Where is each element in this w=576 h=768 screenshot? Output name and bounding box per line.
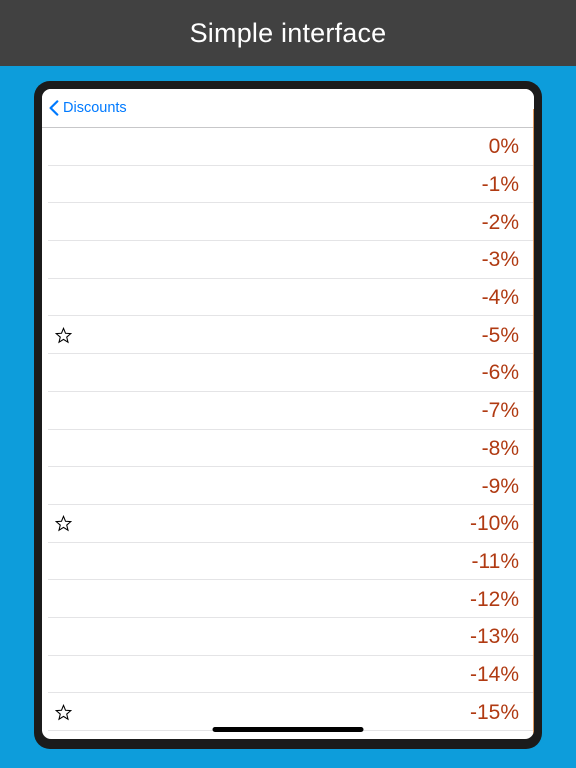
discount-value: -8% bbox=[481, 436, 519, 460]
list-item-leading bbox=[50, 628, 90, 645]
device-frame: Discounts 0% -1% -2% -3% -4% -5% -6% -7% -8% -9% -… bbox=[34, 81, 542, 749]
list-item-leading bbox=[50, 478, 90, 495]
discount-value: -12% bbox=[469, 587, 519, 611]
list-item[interactable]: -13% bbox=[42, 617, 534, 656]
star-outline-icon bbox=[50, 478, 72, 495]
discount-value: -15% bbox=[469, 700, 519, 724]
list-item[interactable]: -10% bbox=[42, 504, 534, 543]
list-item-leading bbox=[50, 289, 90, 306]
discount-value: -6% bbox=[481, 361, 519, 385]
list-item-leading bbox=[50, 138, 90, 155]
list-item[interactable]: -6% bbox=[42, 354, 534, 392]
star-outline-icon bbox=[50, 402, 72, 419]
list-item[interactable]: -15% bbox=[42, 693, 534, 731]
list-item[interactable]: 0% bbox=[42, 128, 534, 166]
list-item[interactable]: -7% bbox=[42, 391, 534, 430]
app-titlebar: Simple interface bbox=[0, 0, 576, 66]
star-outline-icon bbox=[50, 364, 72, 381]
list-item[interactable]: -4% bbox=[42, 278, 534, 317]
list-item-leading bbox=[50, 440, 90, 457]
star-outline-icon bbox=[50, 591, 72, 608]
list-item-leading bbox=[50, 553, 90, 570]
navigation-bar: Discounts bbox=[42, 89, 534, 128]
discount-value: -10% bbox=[469, 512, 519, 536]
discount-value: -1% bbox=[481, 173, 519, 197]
back-button[interactable]: Discounts bbox=[42, 100, 127, 116]
star-outline-icon bbox=[50, 289, 72, 306]
list-item-leading bbox=[50, 251, 90, 268]
discount-value: -9% bbox=[481, 474, 519, 498]
list-item[interactable]: -14% bbox=[42, 655, 534, 694]
star-outline-icon[interactable] bbox=[50, 326, 72, 344]
discount-value: -3% bbox=[481, 248, 519, 272]
star-outline-icon bbox=[50, 666, 72, 683]
discount-value: -13% bbox=[469, 625, 519, 649]
list-item-leading bbox=[50, 326, 90, 344]
discount-value: 0% bbox=[488, 135, 519, 159]
discount-value: -4% bbox=[481, 286, 519, 310]
list-item-leading bbox=[50, 591, 90, 608]
star-outline-icon bbox=[50, 214, 72, 231]
chevron-left-icon bbox=[48, 100, 60, 116]
star-outline-icon bbox=[50, 251, 72, 268]
star-outline-icon bbox=[50, 553, 72, 570]
list-item[interactable]: -3% bbox=[42, 241, 534, 279]
list-item-leading bbox=[50, 666, 90, 683]
list-item[interactable]: -8% bbox=[42, 429, 534, 468]
list-item[interactable]: -2% bbox=[42, 203, 534, 242]
list-item[interactable]: -5% bbox=[42, 316, 534, 355]
back-button-label: Discounts bbox=[63, 99, 127, 116]
discount-value: -7% bbox=[481, 399, 519, 423]
discount-list[interactable]: 0% -1% -2% -3% -4% -5% -6% -7% -8% -9% -10% -11% -12… bbox=[42, 128, 534, 731]
star-outline-icon bbox=[50, 176, 72, 193]
list-item-leading bbox=[50, 402, 90, 419]
discount-value: -14% bbox=[469, 662, 519, 686]
device-screen: Discounts 0% -1% -2% -3% -4% -5% -6% -7% -8% -9% -… bbox=[42, 89, 534, 739]
discount-value: -11% bbox=[471, 549, 519, 573]
list-item-leading bbox=[50, 176, 90, 193]
list-item-leading bbox=[50, 214, 90, 231]
star-outline-icon[interactable] bbox=[50, 515, 72, 532]
list-item-leading bbox=[50, 364, 90, 381]
page-root: Simple interface Discounts 0% -1% -2% -3% -4… bbox=[0, 0, 576, 768]
star-outline-icon bbox=[50, 138, 72, 155]
discount-value: -2% bbox=[481, 210, 519, 234]
list-item-leading bbox=[50, 703, 90, 721]
list-item[interactable]: -1% bbox=[42, 165, 534, 204]
list-item[interactable]: -9% bbox=[42, 467, 534, 505]
star-outline-icon bbox=[50, 628, 72, 645]
discount-value: -5% bbox=[481, 323, 519, 347]
list-item[interactable]: -12% bbox=[42, 580, 534, 618]
page-title: Simple interface bbox=[189, 17, 387, 48]
list-item-leading bbox=[50, 515, 90, 532]
star-outline-icon[interactable] bbox=[50, 703, 72, 721]
star-outline-icon bbox=[50, 440, 72, 457]
list-item[interactable]: -11% bbox=[42, 542, 534, 581]
home-indicator bbox=[212, 727, 364, 732]
